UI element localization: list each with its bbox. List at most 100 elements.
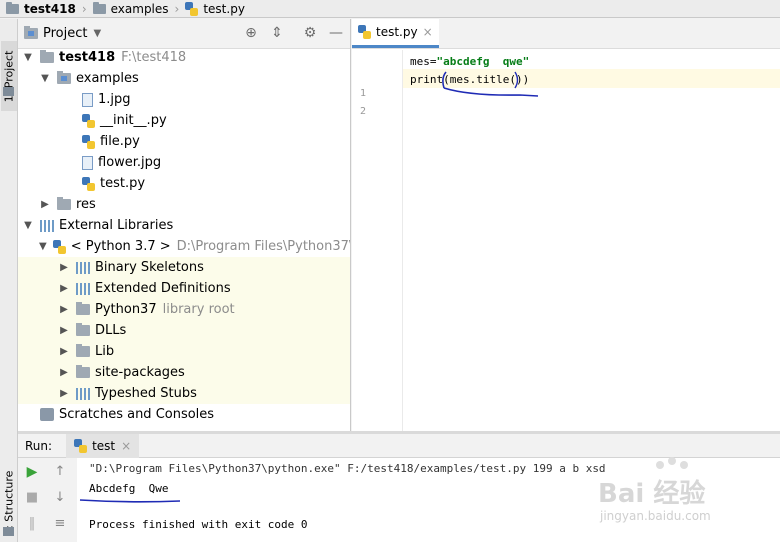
tree-item-file[interactable]: test.py [18,173,350,194]
project-tool-tab[interactable]: 1: Project [1,41,17,111]
python-file-icon [82,113,95,128]
tree-item-scratches[interactable]: Scratches and Consoles [18,404,350,425]
tree-item-file[interactable]: flower.jpg [18,152,350,173]
tree-item-label: External Libraries [59,218,174,233]
code-line-2[interactable]: print(mes.title()) [410,73,529,86]
breadcrumb-separator: › [174,1,180,16]
image-file-icon [82,92,93,107]
chevron-right-icon[interactable]: ▶ [58,346,70,357]
breadcrumb-label: test418 [24,1,76,16]
tree-item-label: test418 [59,50,116,65]
tree-item-path: D:\Program Files\Python37\pyth [176,239,350,254]
tree-item-sdk[interactable]: ▶ Python37 library root [18,299,350,320]
chevron-down-icon[interactable]: ▼ [22,52,34,63]
chevron-right-icon[interactable]: ▶ [58,262,70,273]
hide-panel-icon[interactable]: — [328,25,344,41]
structure-icon [3,527,14,536]
tree-item-sdk[interactable]: ▶ Binary Skeletons [18,257,350,278]
folder-icon [76,323,90,336]
run-toolbar: ▶ ↑ ■ ↓ ‖ ≡ [18,458,74,542]
tree-item-label: examples [76,71,139,86]
tree-item-file[interactable]: 1.jpg [18,89,350,110]
chevron-right-icon[interactable]: ▶ [58,304,70,315]
folder-icon [76,365,90,378]
python-file-icon [185,1,199,16]
close-icon[interactable]: × [423,25,433,39]
tree-item-file[interactable]: file.py [18,131,350,152]
tree-item-label: DLLs [95,323,127,338]
console-command: "D:\Program Files\Python37\python.exe" F… [89,462,606,475]
breadcrumb-project[interactable]: test418 [6,1,76,16]
tree-item-label: file.py [100,134,140,149]
tree-item-python-sdk[interactable]: ▼ < Python 3.7 > D:\Program Files\Python… [18,236,350,257]
python-icon [74,438,88,453]
arrow-up-icon[interactable]: ↑ [52,464,68,480]
chevron-right-icon[interactable]: ▶ [58,367,70,378]
locate-icon[interactable]: ⊕ [243,25,259,41]
arrow-down-icon[interactable]: ↓ [52,490,68,506]
console-output: Abcdefg Qwe [89,482,169,495]
run-panel-label: Run: [25,438,53,453]
close-icon[interactable]: × [121,439,131,453]
breadcrumb-label: test.py [203,1,245,16]
chevron-down-icon[interactable]: ▼ [93,28,101,39]
tree-item-sdk[interactable]: ▶ Extended Definitions [18,278,350,299]
code-editor: test.py × 1 2 mes="abcdefg qwe" print(me… [352,19,780,431]
collapse-all-icon[interactable]: ⇕ [269,25,285,41]
tree-item-label: res [76,197,96,212]
breadcrumb-folder[interactable]: examples [92,1,169,16]
tree-item-hint: library root [162,302,235,317]
editor-tab-test-py[interactable]: test.py × [352,19,439,48]
chevron-down-icon[interactable]: ▼ [22,220,34,231]
tree-item-sdk[interactable]: ▶ Lib [18,341,350,362]
python-icon [52,239,66,254]
python-file-icon [358,25,371,39]
folder-icon [92,1,106,14]
tree-item-sdk[interactable]: ▶ site-packages [18,362,350,383]
tree-item-root[interactable]: ▼ test418 F:\test418 [18,47,350,68]
code-statement: print(mes.title()) [410,73,530,86]
folder-icon [57,197,71,210]
chevron-down-icon[interactable]: ▼ [39,73,51,84]
chevron-right-icon[interactable]: ▶ [58,388,70,399]
tree-item-label: Python37 [95,302,157,317]
project-panel: Project ▼ ⊕ ⇕ ⚙ — ▼ test418 F:\test418 ▼… [18,19,351,431]
tree-item-label: __init__.py [100,113,167,128]
run-tab-test[interactable]: test × [66,433,140,458]
tree-item-sdk[interactable]: ▶ Typeshed Stubs [18,383,350,404]
tree-item-label: flower.jpg [98,155,162,170]
run-icon[interactable]: ▶ [24,464,40,480]
chevron-right-icon[interactable]: ▶ [58,283,70,294]
python-file-icon [82,134,95,149]
navigation-bar: test418 › examples › test.py [0,0,780,18]
chevron-down-icon[interactable]: ▼ [39,241,47,252]
image-file-icon [82,155,93,170]
pause-icon[interactable]: ‖ [24,516,40,532]
tree-item-sdk[interactable]: ▶ DLLs [18,320,350,341]
tree-item-file[interactable]: __init__.py [18,110,350,131]
chevron-right-icon[interactable]: ▶ [58,325,70,336]
project-panel-title[interactable]: Project [43,26,87,41]
tree-item-res[interactable]: ▶ res [18,194,350,215]
code-string: "abcdefg qwe" [436,55,530,68]
soft-wrap-icon[interactable]: ≡ [52,516,68,532]
breadcrumb-separator: › [81,1,87,16]
line-gutter: 1 2 [352,50,403,431]
tree-item-label: Extended Definitions [95,281,231,296]
paw-logo [668,457,676,465]
tree-item-label: Typeshed Stubs [95,386,197,401]
library-icon [40,219,54,232]
stop-icon[interactable]: ■ [24,490,40,506]
folder-icon [76,302,90,315]
folder-icon [40,50,54,63]
breadcrumb-file[interactable]: test.py [185,1,245,16]
tree-item-external-libraries[interactable]: ▼ External Libraries [18,215,350,236]
line-number: 2 [359,106,366,117]
code-line-1[interactable]: mes="abcdefg qwe" [410,55,529,68]
chevron-right-icon[interactable]: ▶ [39,199,51,210]
tree-item-label: Binary Skeletons [95,260,204,275]
tree-item-label: 1.jpg [98,92,131,107]
gear-icon[interactable]: ⚙ [302,25,318,41]
tree-item-examples[interactable]: ▼ examples [18,68,350,89]
python-file-icon [82,176,95,191]
